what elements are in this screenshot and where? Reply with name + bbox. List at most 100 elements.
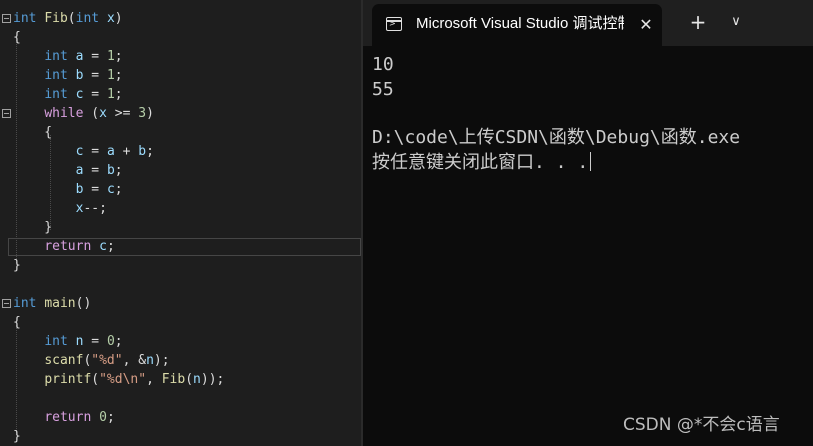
code-token: ( <box>91 372 100 387</box>
code-token: ; <box>146 144 154 159</box>
code-token: = <box>83 182 107 197</box>
code-text: b = c; <box>13 180 123 199</box>
code-token: --; <box>83 201 107 216</box>
code-token: "%d\n" <box>99 372 147 387</box>
code-token: ( <box>185 372 194 387</box>
code-token: ( <box>83 106 100 121</box>
code-text: int a = 1; <box>13 47 123 66</box>
code-token: ; <box>114 334 123 349</box>
code-token: 3 <box>138 106 147 121</box>
code-token: 1 <box>106 68 115 83</box>
code-token: c <box>99 239 107 254</box>
code-token: = <box>83 87 107 102</box>
code-token: ( <box>67 11 76 26</box>
code-text: } <box>13 256 21 275</box>
code-token: ) <box>114 11 123 26</box>
code-token: ); <box>153 353 170 368</box>
code-editor[interactable]: int Fib(int x){ int a = 1; int b = 1; in… <box>0 0 361 446</box>
code-token: return <box>44 239 92 254</box>
code-token: a <box>106 144 115 159</box>
code-token: = <box>83 163 107 178</box>
code-token: + <box>114 144 139 159</box>
code-token: >= <box>106 106 139 121</box>
code-token: () <box>75 296 92 311</box>
code-token: } <box>13 258 21 273</box>
code-text: int Fib(int x) <box>13 9 123 28</box>
code-token: ; <box>106 239 115 254</box>
code-token: "%d" <box>91 353 123 368</box>
collapse-box-icon[interactable] <box>2 14 11 23</box>
code-text: x--; <box>13 199 107 218</box>
code-token: int <box>13 296 37 311</box>
code-token: 0 <box>99 410 107 425</box>
code-token: n <box>146 353 154 368</box>
code-token: ; <box>114 182 123 197</box>
code-token: } <box>13 220 53 235</box>
code-text: scanf("%d", &n); <box>13 351 170 370</box>
code-text: { <box>13 123 52 142</box>
chevron-down-icon[interactable]: ∨ <box>725 11 747 33</box>
code-token: = <box>83 68 107 83</box>
code-token: int <box>44 49 68 64</box>
code-token: = <box>83 334 107 349</box>
code-token: ; <box>114 49 123 64</box>
code-token: = <box>83 49 107 64</box>
code-token: 1 <box>106 87 115 102</box>
code-text: int c = 1; <box>13 85 123 104</box>
code-token: int <box>44 87 68 102</box>
code-token: return <box>44 410 92 425</box>
collapse-box-icon[interactable] <box>2 109 11 118</box>
code-token: x <box>99 106 107 121</box>
code-text: a = b; <box>13 161 123 180</box>
code-token: int <box>44 68 68 83</box>
collapse-box-icon[interactable] <box>2 299 11 308</box>
code-text: int n = 0; <box>13 332 123 351</box>
code-text: printf("%d\n", Fib(n)); <box>13 370 224 389</box>
code-token: b <box>138 144 147 159</box>
code-token: main <box>44 296 76 311</box>
console-window-icon <box>386 17 402 31</box>
code-token: Fib <box>44 11 68 26</box>
plus-icon[interactable]: + <box>686 9 710 35</box>
code-token: c <box>106 182 115 197</box>
tab-bar: Microsoft Visual Studio 调试控制台 ✕ + ∨ <box>363 0 813 46</box>
code-token: ) <box>146 106 154 121</box>
code-token: printf <box>44 372 92 387</box>
code-token: ; <box>114 163 123 178</box>
watermark: CSDN @*不会c语言 <box>623 415 780 435</box>
code-text: } <box>13 218 52 237</box>
code-token: { <box>13 125 53 140</box>
code-token: n <box>193 372 201 387</box>
code-token: )); <box>200 372 225 387</box>
close-icon[interactable]: ✕ <box>634 13 658 37</box>
code-text: } <box>13 427 21 446</box>
code-text: return c; <box>13 237 115 256</box>
code-token: 0 <box>106 334 115 349</box>
code-token: ; <box>114 87 123 102</box>
tab-title: Microsoft Visual Studio 调试控制台 <box>416 15 624 32</box>
code-token: } <box>13 429 21 444</box>
code-text: int b = 1; <box>13 66 123 85</box>
code-token: ; <box>114 68 123 83</box>
code-token: int <box>13 11 37 26</box>
terminal-window[interactable]: Microsoft Visual Studio 调试控制台 ✕ + ∨ 10 5… <box>363 0 813 446</box>
code-text: { <box>13 28 21 47</box>
code-token: Fib <box>161 372 186 387</box>
code-token: = <box>83 144 107 159</box>
terminal-tab[interactable]: Microsoft Visual Studio 调试控制台 ✕ <box>372 4 662 46</box>
